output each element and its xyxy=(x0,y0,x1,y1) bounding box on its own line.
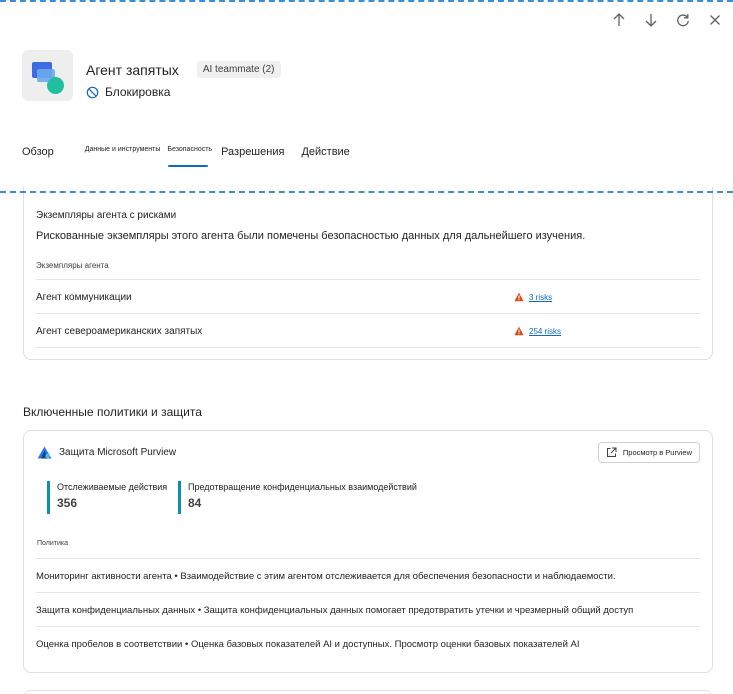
close-button[interactable] xyxy=(703,10,727,30)
policy-text: Оценка пробелов в соответствии • Оценка … xyxy=(36,639,580,650)
view-in-purview-label: Просмотр в Purview xyxy=(622,448,692,457)
purview-card-title: Защита Microsoft Purview xyxy=(59,447,177,458)
refresh-button[interactable] xyxy=(671,10,695,30)
selection-border-bottom xyxy=(0,191,733,193)
metric-label: Отслеживаемые действия xyxy=(57,482,168,492)
policy-text: Мониторинг активности агента • Взаимодей… xyxy=(36,571,616,582)
tab-activity[interactable]: Действие xyxy=(301,146,349,158)
table-row[interactable]: Оценка пробелов в соответствии • Оценка … xyxy=(36,626,700,660)
policies-section-title: Включенные политики и защита xyxy=(23,405,202,419)
policy-text: Защита конфиденциальных данных • Защита … xyxy=(36,605,634,616)
agent-title: Агент запятых xyxy=(86,61,179,78)
active-tab-indicator xyxy=(168,165,208,167)
warning-icon xyxy=(514,326,524,336)
metric-label: Предотвращение конфиденциальных взаимоде… xyxy=(188,482,417,492)
close-icon xyxy=(710,15,720,25)
arrow-up-icon xyxy=(613,13,625,26)
tab-data-and-tools[interactable]: Данные и инструменты xyxy=(85,146,161,153)
metric-value: 84 xyxy=(188,496,202,510)
risky-instances-description: Рискованные экземпляры этого агента были… xyxy=(36,230,586,242)
policy-column-header: Политика xyxy=(37,540,68,547)
agent-app-icon xyxy=(22,50,73,101)
agent-header: Агент запятых AI teammate (2) Блокировка xyxy=(22,50,281,101)
instance-name: Агент североамериканских запятых xyxy=(36,326,203,337)
table-row[interactable]: Агент североамериканских запятых 254 ris… xyxy=(36,313,700,347)
view-in-purview-button[interactable]: Просмотр в Purview xyxy=(597,442,700,463)
selection-border-top xyxy=(0,0,733,2)
previous-button[interactable] xyxy=(607,10,631,30)
blocked-icon xyxy=(86,86,99,98)
warning-icon xyxy=(514,292,524,302)
panel-actions xyxy=(607,10,727,30)
tab-overview[interactable]: Обзор xyxy=(22,146,54,158)
risk-count-link[interactable]: 254 risks xyxy=(529,327,561,336)
refresh-icon xyxy=(677,14,689,27)
purview-protection-card: Защита Microsoft Purview Просмотр в Purv… xyxy=(23,430,713,673)
table-row[interactable]: Мониторинг активности агента • Взаимодей… xyxy=(36,558,700,592)
tab-bar: Обзор Данные и инструменты Безопасность … xyxy=(22,146,350,167)
table-row[interactable]: Агент коммуникации 3 risks xyxy=(36,279,700,313)
tab-permissions[interactable]: Разрешения xyxy=(221,146,284,158)
next-card xyxy=(23,690,713,694)
risky-instances-card: Экземпляры агента с рисками Рискованные … xyxy=(23,187,713,360)
ai-teammate-badge: AI teammate (2) xyxy=(196,61,281,78)
open-external-icon xyxy=(606,447,617,457)
metric-sensitive-interactions: Предотвращение конфиденциальных взаимоде… xyxy=(178,481,417,514)
risky-instances-title: Экземпляры агента с рисками xyxy=(36,210,177,221)
tab-security[interactable]: Безопасность xyxy=(167,146,212,153)
instances-column-header: Экземпляры агента xyxy=(36,261,109,270)
instance-name: Агент коммуникации xyxy=(36,292,132,303)
metric-monitored-actions: Отслеживаемые действия 356 xyxy=(47,481,167,514)
arrow-down-icon xyxy=(645,14,657,27)
table-divider xyxy=(36,347,700,348)
table-row[interactable]: Защита конфиденциальных данных • Защита … xyxy=(36,592,700,626)
purview-icon xyxy=(37,446,52,459)
agent-status: Блокировка xyxy=(105,85,171,99)
risk-count-link[interactable]: 3 risks xyxy=(529,293,552,302)
metric-value: 356 xyxy=(57,496,78,510)
next-button[interactable] xyxy=(639,10,663,30)
